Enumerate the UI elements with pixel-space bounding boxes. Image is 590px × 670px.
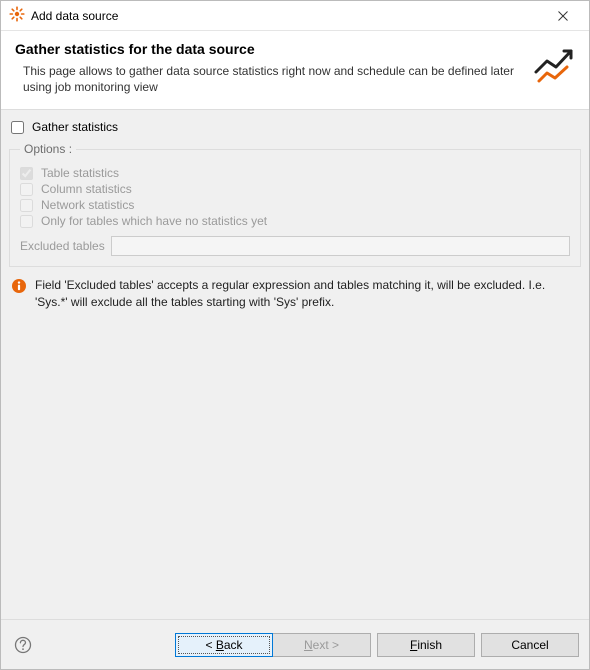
- titlebar: Add data source: [1, 1, 589, 31]
- banner-title: Gather statistics for the data source: [15, 41, 533, 57]
- close-button[interactable]: [543, 1, 583, 31]
- excluded-tables-row: Excluded tables: [20, 236, 570, 256]
- chart-line-icon: [533, 45, 575, 87]
- info-icon: [11, 278, 27, 294]
- window-title: Add data source: [31, 9, 543, 23]
- excluded-tables-label: Excluded tables: [20, 239, 105, 253]
- option-table-checkbox: [20, 167, 33, 180]
- app-icon: [9, 6, 25, 25]
- option-column-checkbox: [20, 183, 33, 196]
- option-network-row: Network statistics: [20, 198, 570, 212]
- banner-logo: [533, 45, 575, 90]
- wizard-content: Gather statistics Options : Table statis…: [1, 110, 589, 619]
- gather-statistics-label[interactable]: Gather statistics: [32, 120, 118, 134]
- wizard-footer: < Back Next > Finish Cancel: [1, 619, 589, 669]
- banner-text: Gather statistics for the data source Th…: [15, 41, 533, 95]
- option-table-label: Table statistics: [41, 166, 119, 180]
- options-group: Options : Table statistics Column statis…: [9, 142, 581, 267]
- next-button: Next >: [273, 633, 371, 657]
- help-button[interactable]: [11, 633, 35, 657]
- banner-description: This page allows to gather data source s…: [15, 63, 533, 95]
- option-only-no-stats-checkbox: [20, 215, 33, 228]
- gather-statistics-row: Gather statistics: [9, 118, 581, 138]
- back-button[interactable]: < Back: [175, 633, 273, 657]
- wizard-banner: Gather statistics for the data source Th…: [1, 31, 589, 110]
- excluded-tables-input: [111, 236, 570, 256]
- option-network-label: Network statistics: [41, 198, 134, 212]
- gather-statistics-checkbox[interactable]: [11, 121, 24, 134]
- option-only-no-stats-label: Only for tables which have no statistics…: [41, 214, 267, 228]
- nav-button-group: < Back Next >: [175, 633, 371, 657]
- finish-button[interactable]: Finish: [377, 633, 475, 657]
- option-only-no-stats-row: Only for tables which have no statistics…: [20, 214, 570, 228]
- dialog-window: Add data source Gather statistics for th…: [0, 0, 590, 670]
- close-icon: [558, 11, 568, 21]
- options-legend: Options :: [20, 142, 76, 156]
- info-message: Field 'Excluded tables' accepts a regula…: [9, 277, 581, 311]
- cancel-button[interactable]: Cancel: [481, 633, 579, 657]
- help-icon: [14, 636, 32, 654]
- info-text: Field 'Excluded tables' accepts a regula…: [35, 277, 579, 311]
- option-column-row: Column statistics: [20, 182, 570, 196]
- option-column-label: Column statistics: [41, 182, 132, 196]
- option-table-row: Table statistics: [20, 166, 570, 180]
- option-network-checkbox: [20, 199, 33, 212]
